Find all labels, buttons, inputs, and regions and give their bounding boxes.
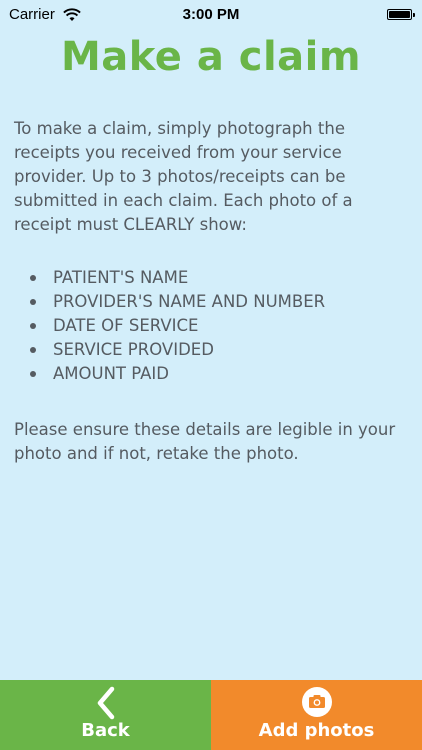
bullet-icon xyxy=(30,371,36,377)
add-photos-button[interactable]: Add photos xyxy=(211,680,422,750)
bullet-icon xyxy=(30,347,36,353)
list-item: AMOUNT PAID xyxy=(28,362,325,386)
requirement-label: AMOUNT PAID xyxy=(53,364,170,383)
outro-text: Please ensure these details are legible … xyxy=(14,420,396,463)
requirement-label: PATIENT'S NAME xyxy=(53,268,189,287)
list-item: PROVIDER'S NAME AND NUMBER xyxy=(28,290,325,314)
requirements-list: PATIENT'S NAME PROVIDER'S NAME AND NUMBE… xyxy=(28,266,325,386)
back-button[interactable]: Back xyxy=(0,680,211,750)
add-photos-button-label: Add photos xyxy=(258,720,375,741)
bullet-icon xyxy=(30,299,36,305)
bottom-action-bar: Back Add photos xyxy=(0,680,422,750)
page-title: Make a claim xyxy=(60,34,362,80)
list-item: PATIENT'S NAME xyxy=(28,266,325,290)
status-bar: Carrier 3:00 PM xyxy=(0,0,422,30)
camera-icon xyxy=(301,686,333,723)
status-time: 3:00 PM xyxy=(182,6,240,23)
intro-text: To make a claim, simply photograph the r… xyxy=(14,119,353,234)
back-button-label: Back xyxy=(81,720,130,741)
list-item: SERVICE PROVIDED xyxy=(28,338,325,362)
bullet-icon xyxy=(30,323,36,329)
requirement-label: DATE OF SERVICE xyxy=(53,316,199,335)
requirement-label: PROVIDER'S NAME AND NUMBER xyxy=(53,292,326,311)
bullet-icon xyxy=(30,275,36,281)
battery-icon xyxy=(387,9,415,20)
list-item: DATE OF SERVICE xyxy=(28,314,325,338)
requirement-label: SERVICE PROVIDED xyxy=(53,340,214,359)
